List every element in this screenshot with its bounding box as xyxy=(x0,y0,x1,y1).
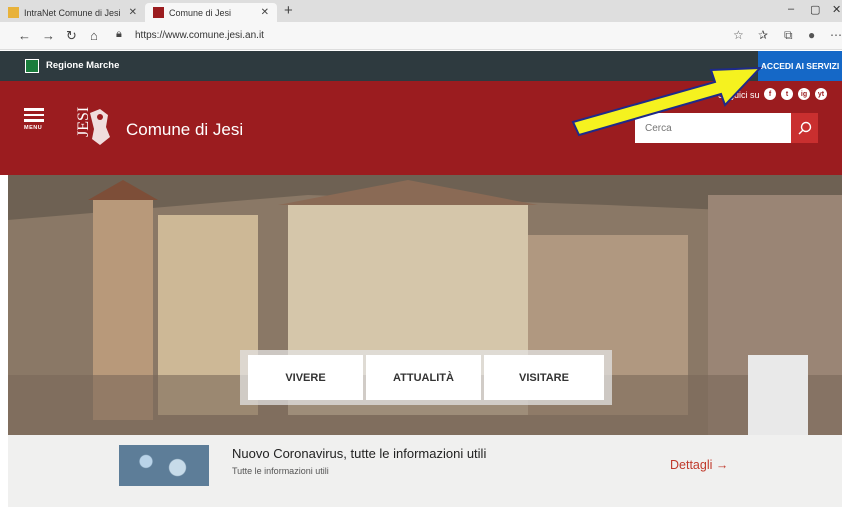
close-tab-icon[interactable]: ✕ xyxy=(129,7,137,18)
svg-text:JESI: JESI xyxy=(75,107,92,137)
coronavirus-image[interactable] xyxy=(119,445,209,486)
back-icon[interactable]: ← xyxy=(18,28,31,43)
vivere-button[interactable]: VIVERE xyxy=(248,355,363,400)
news-title[interactable]: Nuovo Coronavirus, tutte le informazioni… xyxy=(232,446,486,461)
facebook-icon[interactable]: f xyxy=(764,88,776,100)
tab-comune-di-jesi[interactable]: Comune di Jesi ✕ xyxy=(145,3,277,22)
profile-avatar-icon[interactable]: ● xyxy=(808,28,815,42)
favorite-star-icon[interactable]: ☆ xyxy=(733,28,744,42)
favorites-list-icon[interactable]: ✰ xyxy=(758,28,768,42)
menu-label: MENU xyxy=(24,124,43,131)
attualita-button[interactable]: ATTUALITÀ xyxy=(366,355,481,400)
maximize-button[interactable]: ▢ xyxy=(810,3,820,16)
accedi-ai-servizi-button[interactable]: ACCEDI AI SERVIZI xyxy=(758,51,842,81)
intranet-favicon-icon xyxy=(8,7,19,18)
url-field[interactable]: https://www.comune.jesi.an.it xyxy=(135,30,264,41)
site-title[interactable]: Comune di Jesi xyxy=(126,120,243,140)
visitare-button[interactable]: VISITARE xyxy=(484,355,604,400)
jesi-favicon-icon xyxy=(153,7,164,18)
forward-icon[interactable]: → xyxy=(42,28,55,43)
lock-icon: 🔒︎ xyxy=(116,28,122,40)
regione-marche-logo-icon xyxy=(25,59,39,73)
region-name[interactable]: Regione Marche xyxy=(46,60,119,71)
address-bar: ← → ↻ ⌂ 🔒︎ https://www.comune.jesi.an.it… xyxy=(0,22,842,50)
minimize-button[interactable]: – xyxy=(788,3,794,15)
more-menu-icon[interactable]: ⋯ xyxy=(830,28,842,42)
details-link[interactable]: Dettagli → xyxy=(670,458,728,472)
close-tab-icon[interactable]: ✕ xyxy=(261,7,269,18)
news-subtitle: Tutte le informazioni utili xyxy=(232,466,329,476)
home-icon[interactable]: ⌂ xyxy=(90,28,98,43)
new-tab-button[interactable]: + xyxy=(284,2,293,19)
tab-label: Comune di Jesi xyxy=(169,7,232,18)
close-window-button[interactable]: ✕ xyxy=(832,3,841,16)
youtube-icon[interactable]: yt xyxy=(815,88,827,100)
collections-icon[interactable]: ⧉ xyxy=(784,28,793,43)
browser-tab-bar: IntraNet Comune di Jesi ✕ Comune di Jesi… xyxy=(0,0,842,22)
tab-intranet[interactable]: IntraNet Comune di Jesi ✕ xyxy=(0,3,145,22)
menu-button[interactable]: MENU xyxy=(24,108,44,131)
refresh-icon[interactable]: ↻ xyxy=(66,28,77,44)
instagram-icon[interactable]: ig xyxy=(798,88,810,100)
jesi-emblem-logo-icon[interactable]: JESI xyxy=(70,105,114,149)
search-icon xyxy=(798,121,811,135)
annotation-arrow xyxy=(571,66,763,137)
twitter-icon[interactable]: t xyxy=(781,88,793,100)
search-button[interactable] xyxy=(791,113,818,143)
tab-label: IntraNet Comune di Jesi xyxy=(24,7,121,18)
